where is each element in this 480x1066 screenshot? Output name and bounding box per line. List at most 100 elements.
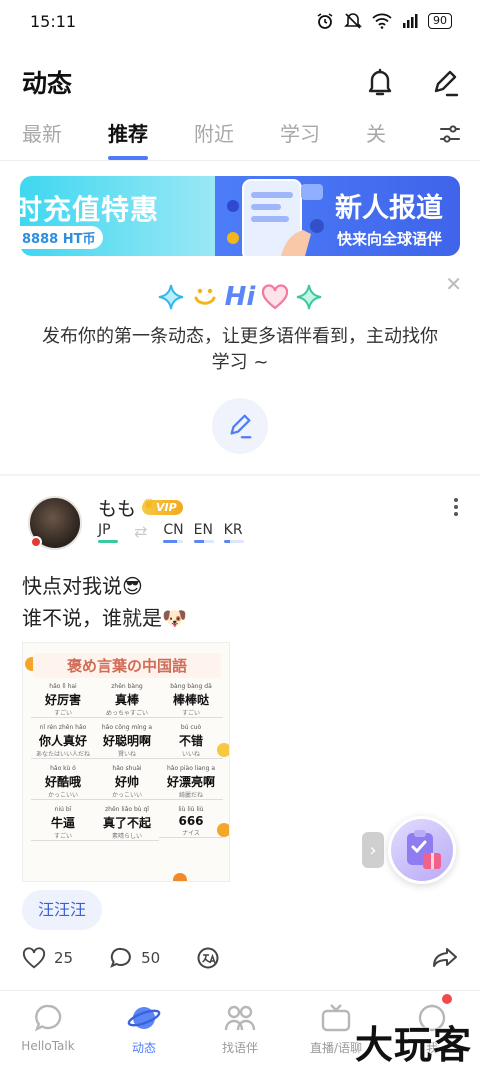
phrase-cell: nǐ rén zhēn hǎo 你人真好 あなたはいい人だね <box>31 724 95 759</box>
chat-bubble-icon <box>34 1004 62 1032</box>
bell-icon[interactable] <box>364 66 396 98</box>
edit-icon[interactable] <box>430 67 460 97</box>
smile-icon <box>194 288 216 305</box>
tabbar-item-hellotalk[interactable]: HelloTalk <box>0 991 96 1066</box>
comment-icon <box>110 947 131 968</box>
online-status-dot <box>30 536 42 548</box>
first-post-prompt: 发布你的第一条动态，让更多语伴看到，主动找你学习 ~ <box>42 326 438 373</box>
feed-tabs: 最新 推荐 附近 学习 关 <box>0 108 480 160</box>
phrase-cell: zhēn bàng 真棒 めっちゃすごい <box>95 683 159 718</box>
clipboard-gift-icon <box>407 830 441 869</box>
status-bar: 15:11 90 <box>0 0 480 42</box>
signal-icon <box>403 14 418 28</box>
fruit-decoration <box>173 873 187 881</box>
vip-badge: VIP <box>142 497 183 515</box>
learning-language-code: EN <box>193 522 213 538</box>
native-language-level-bar <box>98 540 118 543</box>
banner-recharge[interactable]: 时充值特惠 8888 HT币 <box>20 176 215 256</box>
filter-button[interactable] <box>420 108 480 160</box>
post-text-line: 谁不说，谁就是🐶 <box>22 606 187 630</box>
phrase-cell: hǎo piào liang a 好漂亮啊 綺麗だね <box>159 765 223 800</box>
phrase-cell: zhēn liǎo bù qǐ 真了不起 素晴らしい <box>95 806 159 841</box>
sparkle-green-icon <box>297 284 322 310</box>
banner-newcomer[interactable]: 新人报道 快来向全球语伴 <box>215 176 460 256</box>
phone-illustration-icon <box>227 179 324 256</box>
like-count: 25 <box>54 949 74 967</box>
tab-study[interactable]: 学习 <box>280 112 320 156</box>
banner-right-title: 新人报道 <box>335 193 443 224</box>
tab-following[interactable]: 关 <box>366 112 386 156</box>
wifi-icon <box>372 13 392 29</box>
section-divider <box>0 474 480 476</box>
banner-left-sub: 8888 HT币 <box>20 226 104 249</box>
tabs-divider <box>0 160 480 161</box>
post-body: 快点对我说😎 谁不说，谁就是🐶 <box>22 570 187 634</box>
learning-language-kr: KR <box>223 522 244 543</box>
phrase-cell: liù liù liù 666 ナイス <box>159 806 223 841</box>
sliders-icon <box>440 125 460 143</box>
phrase-grid: hǎo lì hai 好厉害 すごい zhēn bàng 真棒 めっちゃすごい bàng… <box>31 683 223 841</box>
post-actions: 25 50 <box>22 944 458 972</box>
phrase-cell: hǎo cōng míng a 好聪明啊 賢いね <box>95 724 159 759</box>
status-time: 15:11 <box>30 11 77 31</box>
tabbar-item-moments[interactable]: 动态 <box>96 991 192 1066</box>
tabbar-label: HelloTalk <box>21 1039 75 1053</box>
header: 动态 <box>0 52 480 112</box>
header-actions <box>364 66 460 98</box>
translate-icon <box>197 947 219 969</box>
tab-latest[interactable]: 最新 <box>22 112 62 156</box>
status-icons: 90 <box>316 12 452 30</box>
alarm-icon <box>317 13 333 29</box>
native-language: JP <box>98 522 118 543</box>
sparkle-icon <box>158 284 183 310</box>
comment-button[interactable]: 50 <box>109 946 160 970</box>
post-text-line: 快点对我说😎 <box>22 574 143 598</box>
banner-right-sub: 快来向全球语伴 <box>337 230 443 248</box>
translate-button[interactable] <box>196 946 220 970</box>
tabbar-item-find-partners[interactable]: 找语伴 <box>192 991 288 1066</box>
floating-task-widget[interactable] <box>388 816 456 884</box>
tabbar-label: 动态 <box>131 1041 156 1055</box>
heart-icon <box>262 284 289 310</box>
share-arrow-icon <box>433 948 457 967</box>
phrase-cell: hǎo lì hai 好厉害 すごい <box>31 683 95 718</box>
chevron-right-icon: › <box>369 839 377 861</box>
learning-language-en: EN <box>193 522 214 543</box>
close-icon[interactable]: ✕ <box>445 272 462 296</box>
banner-left-title: 时充值特惠 <box>20 193 160 226</box>
learning-language-code: CN <box>163 522 184 538</box>
people-icon <box>224 1005 256 1031</box>
phrase-cell: niú bī 牛逼 すごい <box>31 806 95 841</box>
promo-banner[interactable]: 时充值特惠 8888 HT币 新人报道 快来向全球语伴 <box>20 176 460 256</box>
tabbar-label: 找语伴 <box>221 1041 258 1055</box>
heart-outline-icon <box>22 947 46 969</box>
username[interactable]: もも <box>98 494 136 521</box>
watermark: 大玩客 <box>354 1023 472 1066</box>
share-button[interactable] <box>432 946 458 972</box>
more-options-icon[interactable] <box>454 498 458 516</box>
like-button[interactable]: 25 <box>22 947 73 969</box>
tab-recommended[interactable]: 推荐 <box>108 112 148 160</box>
phrase-cell: hǎo shuài 好帅 かっこいい <box>95 765 159 800</box>
image-title: 褒め言葉の中国語 <box>33 653 221 678</box>
hi-text: Hi <box>224 282 256 312</box>
tv-icon <box>321 1004 351 1032</box>
notification-dot <box>442 994 452 1004</box>
compose-post-button[interactable] <box>212 398 268 454</box>
learning-language-cn: CN <box>163 522 184 543</box>
battery-icon: 90 <box>428 13 452 29</box>
tab-nearby[interactable]: 附近 <box>194 112 234 156</box>
hi-illustration: Hi <box>0 282 480 312</box>
language-info: JP ⇄ CN EN KR <box>98 522 244 543</box>
phrase-cell: bú cuò 不错 いいね <box>159 724 223 759</box>
mute-icon <box>344 13 362 29</box>
comment-count: 50 <box>141 949 161 967</box>
topic-tag[interactable]: 汪汪汪 <box>22 890 103 930</box>
swap-arrows-icon: ⇄ <box>134 522 148 541</box>
learning-language-level-bar <box>163 540 184 543</box>
phrase-cell: bàng bàng dā 棒棒哒 すごい <box>159 683 223 718</box>
post-image[interactable]: 褒め言葉の中国語 hǎo lì hai 好厉害 すごい zhēn bàng 真棒 めっち… <box>22 642 230 882</box>
learning-language-level-bar <box>193 540 214 543</box>
page-title: 动态 <box>22 69 73 98</box>
widget-collapse-button[interactable]: › <box>362 832 384 868</box>
